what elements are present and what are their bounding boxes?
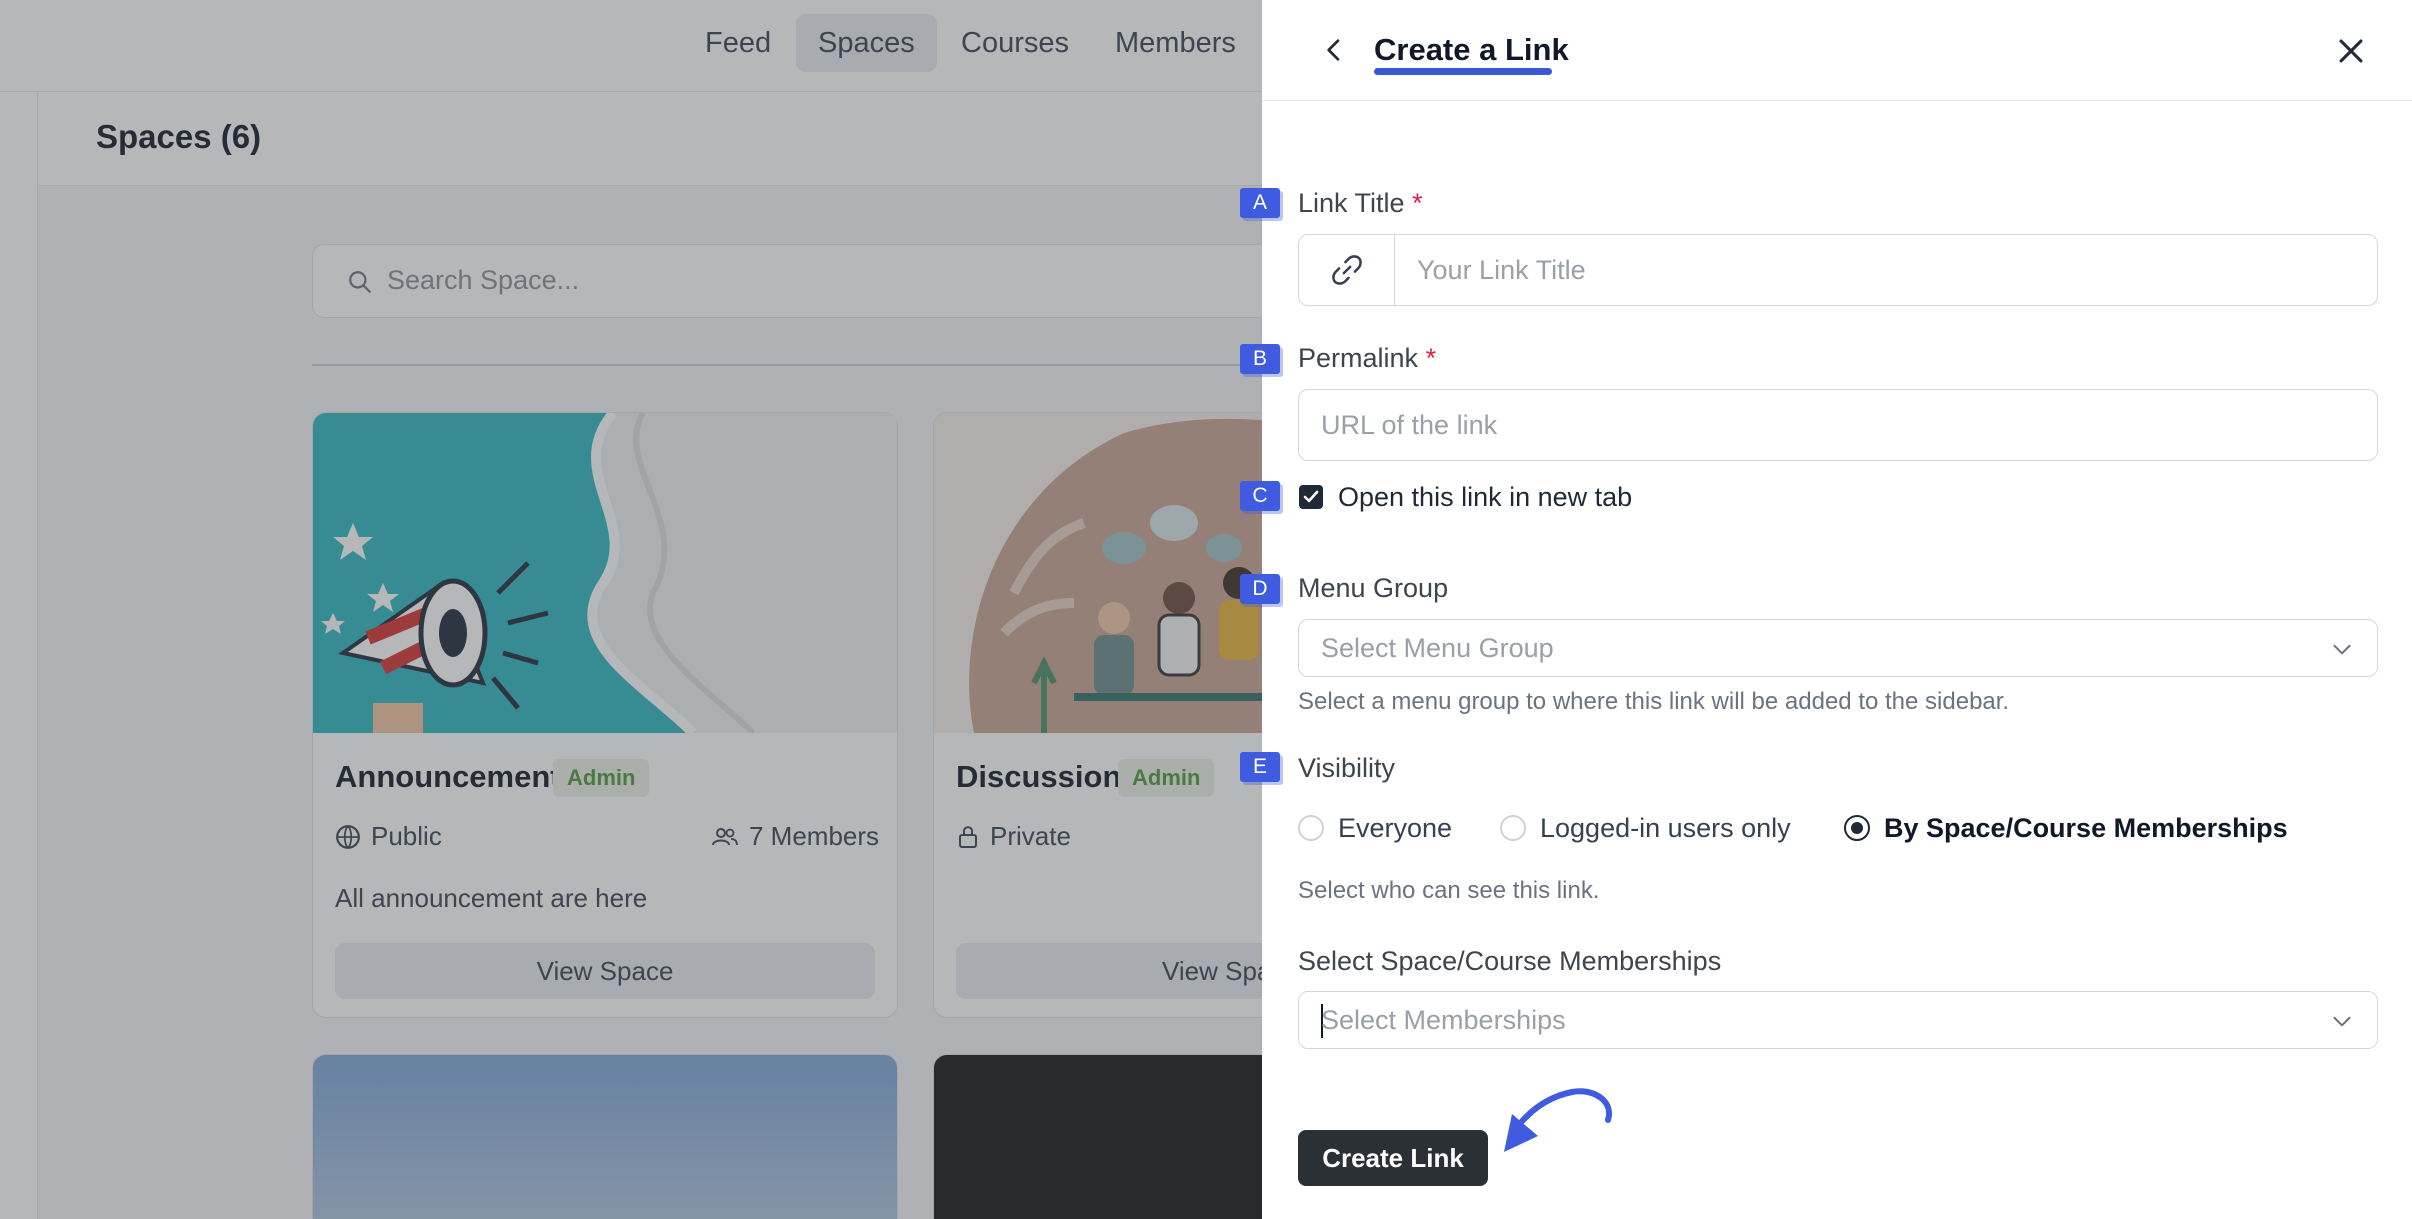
create-link-drawer: Create a Link A Link Title * Your Link T… (1240, 0, 2412, 1219)
menu-group-placeholder: Select Menu Group (1321, 633, 1554, 663)
pointer-arrow-icon (1504, 1088, 1612, 1152)
memberships-input[interactable]: Select Memberships (1321, 1005, 1566, 1036)
memberships-label: Select Space/Course Memberships (1298, 946, 1722, 976)
step-marker-e: E (1240, 752, 1280, 782)
radio-logged-in[interactable] (1500, 815, 1526, 841)
permalink-field[interactable]: URL of the link (1298, 389, 2378, 461)
radio-everyone[interactable] (1298, 815, 1324, 841)
new-tab-checkbox[interactable] (1299, 485, 1323, 509)
permalink-label: Permalink * (1298, 343, 1436, 374)
link-title-label: Link Title * (1298, 188, 1423, 219)
required-mark: * (1425, 343, 1437, 373)
step-marker-c: C (1240, 481, 1280, 511)
drawer-title: Create a Link (1374, 32, 1569, 67)
link-icon (1331, 255, 1362, 285)
menu-group-label: Menu Group (1298, 573, 1449, 603)
menu-group-help: Select a menu group to where this link w… (1298, 688, 2010, 715)
link-title-field[interactable]: Your Link Title (1298, 234, 2378, 306)
create-link-button[interactable]: Create Link (1298, 1130, 1488, 1186)
chevron-down-icon (2333, 644, 2351, 655)
step-marker-b: B (1240, 344, 1280, 374)
visibility-label: Visibility (1298, 753, 1396, 783)
radio-by-memberships-label[interactable]: By Space/Course Memberships (1884, 813, 2288, 844)
link-title-label-text: Link Title (1298, 188, 1405, 218)
check-icon (1303, 490, 1319, 503)
link-title-input[interactable]: Your Link Title (1417, 255, 1586, 286)
permalink-label-text: Permalink (1298, 343, 1419, 373)
step-marker-d: D (1240, 574, 1280, 604)
memberships-select[interactable]: Select Memberships (1298, 991, 2378, 1049)
radio-everyone-label[interactable]: Everyone (1338, 813, 1452, 844)
chevron-left-icon[interactable] (1318, 34, 1350, 66)
title-highlight (1374, 68, 1552, 75)
link-prefix (1299, 235, 1395, 305)
drawer-header: Create a Link (1262, 0, 2412, 101)
radio-by-memberships[interactable] (1844, 815, 1870, 841)
permalink-input[interactable]: URL of the link (1321, 410, 1497, 441)
radio-logged-in-label[interactable]: Logged-in users only (1540, 813, 1791, 844)
required-mark: * (1412, 188, 1423, 218)
close-icon[interactable] (2334, 34, 2368, 68)
menu-group-select[interactable]: Select Menu Group (1298, 619, 2378, 677)
visibility-help: Select who can see this link. (1298, 877, 1600, 904)
step-marker-a: A (1240, 188, 1280, 218)
chevron-down-icon (2333, 1016, 2351, 1027)
new-tab-label[interactable]: Open this link in new tab (1338, 482, 1632, 513)
